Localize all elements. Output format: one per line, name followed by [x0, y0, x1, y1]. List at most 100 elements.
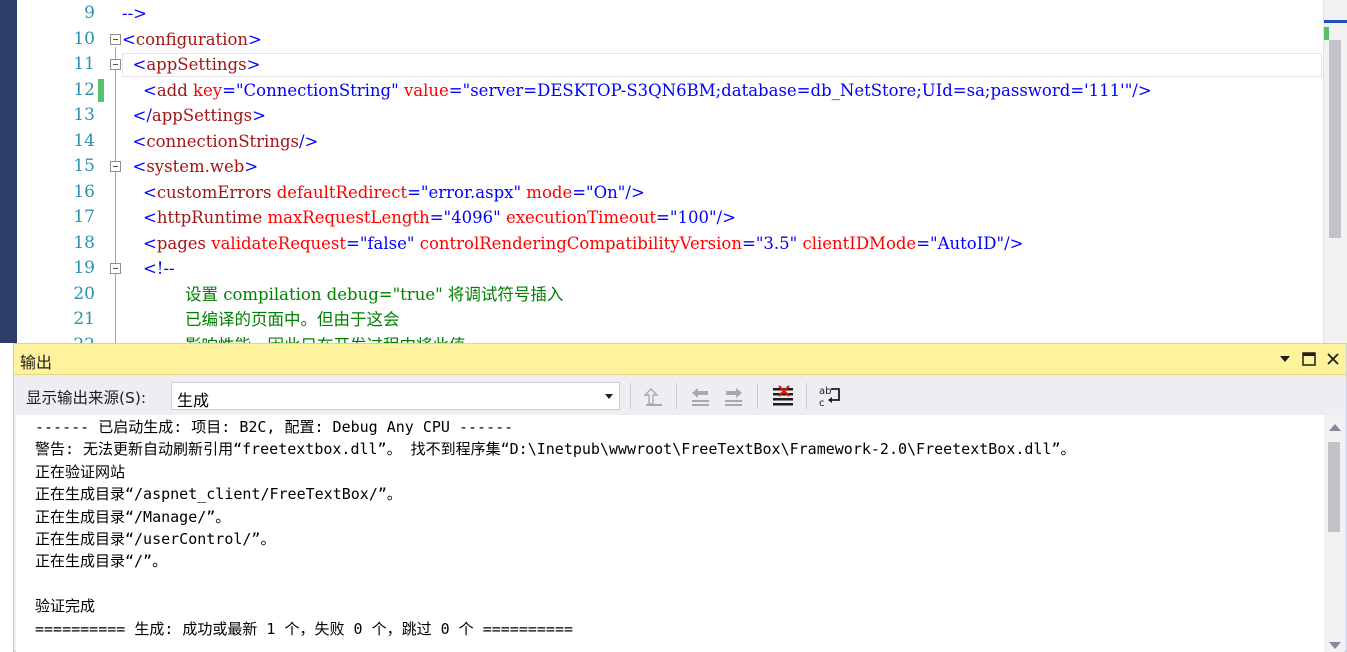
- previous-message-button[interactable]: [688, 383, 714, 409]
- code-token-val: "server=DESKTOP-S3QN6BM;database=db_NetS…: [462, 80, 1133, 100]
- output-line: ========== 生成: 成功或最新 1 个，失败 0 个，跳过 0 个 =…: [35, 619, 574, 638]
- code-token-tag: httpRuntime: [156, 208, 263, 227]
- line-number: 15: [73, 156, 95, 176]
- output-toolbar: 显示输出来源(S): 生成 ab c: [14, 377, 1346, 413]
- code-line[interactable]: <!--: [122, 256, 175, 281]
- code-token-bracket: />: [1004, 233, 1024, 253]
- code-token-bracket: =: [656, 208, 670, 227]
- close-button[interactable]: [1324, 350, 1342, 368]
- code-token-tag: appSettings: [146, 55, 247, 74]
- code-line[interactable]: <httpRuntime maxRequestLength="4096" exe…: [122, 205, 736, 230]
- code-token-bracket: >: [244, 157, 259, 176]
- collapse-appsettings-icon[interactable]: [110, 59, 121, 70]
- code-token-val: "error.aspx": [420, 182, 522, 202]
- code-line[interactable]: <appSettings>: [122, 52, 261, 77]
- output-text-area[interactable]: ------ 已启动生成: 项目: B2C, 配置: Debug Any CPU…: [16, 415, 1324, 652]
- output-source-label: 显示输出来源(S):: [26, 389, 147, 407]
- code-token-bracket: <: [142, 233, 157, 253]
- collapse-system-web-icon[interactable]: [110, 161, 121, 172]
- line-number: 20: [73, 283, 95, 304]
- toggle-word-wrap-button[interactable]: ab c: [817, 383, 843, 409]
- line-number: 12: [73, 79, 95, 100]
- code-token-bracket: =: [429, 208, 444, 227]
- code-token-comment: 影响性能，因此只在开发过程中将此值: [185, 336, 466, 344]
- clear-all-button[interactable]: [770, 383, 796, 409]
- editor-scroll-thumb[interactable]: [1329, 40, 1341, 238]
- code-line[interactable]: 已编译的页面中。但由于这会: [122, 307, 400, 332]
- code-token-bracket: =: [222, 80, 236, 100]
- code-token-bracket: =: [916, 233, 931, 253]
- code-token-val: "100": [669, 208, 717, 227]
- output-title: 输出: [20, 353, 53, 372]
- code-token-attr: value: [398, 80, 449, 100]
- outline-guide: [115, 47, 116, 343]
- output-line: 警告: 无法更新自动刷新引用“freetextbox.dll”。 找不到程序集“…: [35, 440, 1076, 459]
- close-icon: [1327, 353, 1339, 365]
- svg-text:c: c: [819, 398, 825, 409]
- line-number: 18: [73, 232, 95, 253]
- scroll-up-arrow-icon[interactable]: [1329, 424, 1341, 431]
- code-token-val: "4096": [443, 208, 501, 227]
- code-token-bracket: <: [142, 80, 157, 100]
- code-token-bracket: <: [122, 29, 136, 49]
- code-line[interactable]: <connectionStrings/>: [122, 129, 319, 154]
- code-line[interactable]: <configuration>: [122, 27, 262, 52]
- code-token-bracket: =: [448, 80, 463, 100]
- code-editor[interactable]: --> <configuration> <appSettings> <add ke…: [0, 0, 1347, 343]
- code-line[interactable]: <system.web>: [122, 154, 259, 179]
- code-token-tag: customErrors: [156, 182, 272, 202]
- code-token-bracket: -->: [122, 4, 147, 23]
- code-token-bracket: />: [299, 131, 319, 151]
- clear-all-icon: [773, 385, 793, 406]
- next-message-button[interactable]: [721, 383, 747, 409]
- panel-options-button[interactable]: [1276, 350, 1294, 368]
- code-line[interactable]: <pages validateRequest="false" controlRe…: [122, 231, 1023, 256]
- code-token-bracket: />: [625, 182, 645, 202]
- code-line[interactable]: <customErrors defaultRedirect="error.asp…: [122, 180, 645, 205]
- output-scroll-thumb[interactable]: [1328, 442, 1340, 532]
- output-panel: 输出 显示输出来源(S): 生成 ab c ------ 已启动生成: 项目: …: [13, 343, 1347, 652]
- line-number: 21: [73, 309, 95, 329]
- code-token-val: "AutoID": [930, 233, 1005, 253]
- code-token-comment: 已编译的页面中。但由于这会: [184, 310, 400, 329]
- go-to-code-icon: [643, 388, 662, 406]
- line-number: 22: [17, 333, 95, 344]
- changed-line-marker: [98, 79, 104, 102]
- code-token-bracket: />: [716, 208, 736, 227]
- code-token-bracket: <: [132, 131, 147, 151]
- output-line: 正在验证网站: [35, 462, 126, 481]
- code-line[interactable]: 影响性能，因此只在开发过程中将此值: [122, 333, 466, 344]
- code-token-bracket: <: [142, 182, 157, 202]
- code-token-tag: add: [156, 80, 188, 100]
- find-message-in-code-button[interactable]: [641, 383, 667, 409]
- code-token-bracket: <: [132, 55, 147, 74]
- code-line[interactable]: -->: [122, 1, 147, 26]
- line-number: 17: [73, 207, 95, 227]
- scroll-down-arrow-icon[interactable]: [1329, 642, 1341, 649]
- maximize-icon: [1302, 352, 1316, 366]
- maximize-button[interactable]: [1300, 350, 1318, 368]
- code-token-attr: key: [187, 80, 223, 100]
- code-line[interactable]: </appSettings>: [122, 103, 266, 128]
- code-line[interactable]: 设置 compilation debug="true" 将调试符号插入: [122, 282, 563, 307]
- code-line[interactable]: <add key="ConnectionString" value="serve…: [122, 78, 1152, 103]
- collapse-comment-icon[interactable]: [110, 263, 121, 274]
- output-line: ------ 已启动生成: 项目: B2C, 配置: Debug Any CPU…: [35, 418, 514, 436]
- output-vertical-scrollbar[interactable]: [1324, 415, 1344, 652]
- collapse-configuration-icon[interactable]: [110, 34, 121, 45]
- line-number: 9: [84, 3, 95, 23]
- code-token-bracket: =: [407, 182, 421, 202]
- output-title-bar[interactable]: 输出: [14, 344, 1346, 375]
- code-text-area[interactable]: --> <configuration> <appSettings> <add ke…: [122, 0, 1323, 343]
- output-source-dropdown[interactable]: 生成: [171, 382, 620, 410]
- output-source-value: 生成: [177, 391, 210, 410]
- code-token-bracket: =: [346, 233, 360, 253]
- code-token-tag: pages: [156, 233, 207, 253]
- editor-vertical-scrollbar[interactable]: [1323, 0, 1347, 343]
- code-token-bracket: />: [1132, 80, 1152, 100]
- line-number: 14: [73, 130, 95, 151]
